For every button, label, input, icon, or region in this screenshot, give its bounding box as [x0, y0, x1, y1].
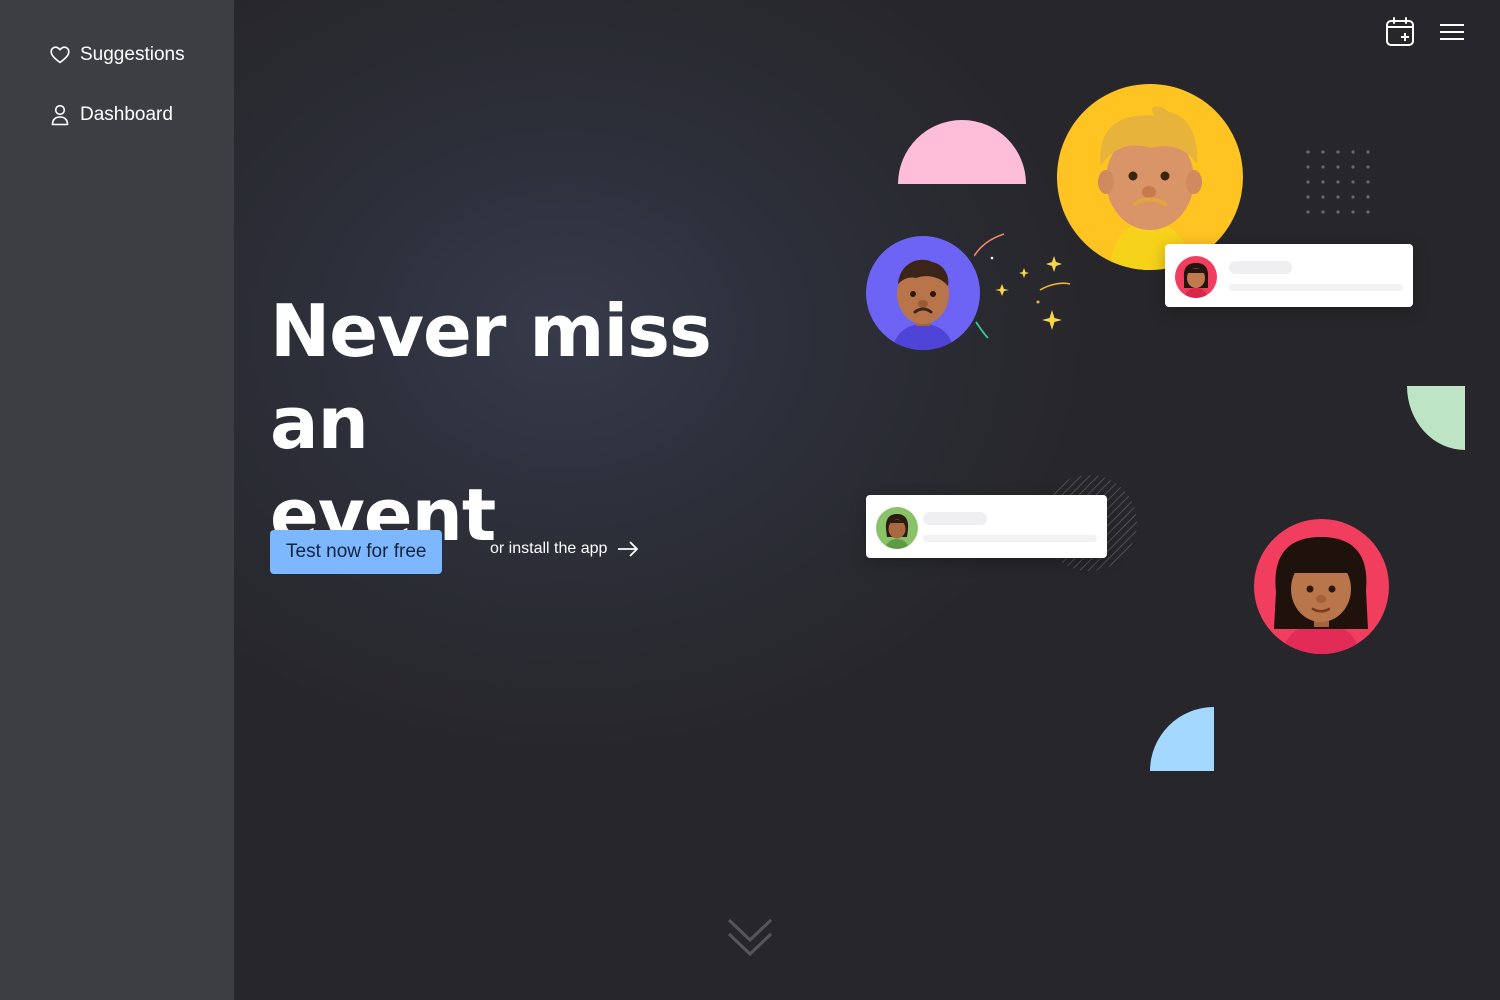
placeholder-line	[1229, 284, 1403, 291]
page-title: Never miss an event	[270, 285, 830, 561]
sidebar-item-suggestions[interactable]: Suggestions	[50, 40, 185, 70]
avatar-purple-man	[866, 236, 980, 350]
top-toolbar	[1384, 16, 1468, 48]
sidebar-item-dashboard[interactable]: Dashboard	[50, 100, 173, 130]
test-free-button[interactable]: Test now for free	[270, 530, 443, 574]
dot-grid-decoration	[1306, 150, 1370, 214]
avatar-small-woman	[1175, 256, 1217, 298]
menu-icon[interactable]	[1436, 16, 1468, 48]
user-icon	[50, 104, 70, 126]
hero-illustration	[854, 70, 1474, 790]
install-link-label: or install the app	[490, 540, 608, 557]
calendar-add-icon[interactable]	[1384, 16, 1416, 48]
placeholder-line	[923, 512, 987, 525]
arrow-right-icon	[617, 541, 639, 557]
heart-icon	[50, 44, 70, 66]
blue-quarter-shape	[1150, 707, 1214, 771]
notification-card	[866, 495, 1107, 558]
avatar-small-girl	[876, 507, 918, 549]
avatar-dark-haired-woman	[1254, 519, 1389, 654]
sidebar: Suggestions Dashboard	[0, 0, 234, 1000]
chevron-double-down-icon[interactable]	[727, 916, 773, 960]
hero-section: Never miss an event Test now for free or…	[234, 0, 1500, 1000]
green-quarter-shape	[1407, 386, 1465, 450]
pink-semicircle-shape	[898, 120, 1026, 184]
install-app-link[interactable]: or install the app	[490, 540, 639, 558]
sidebar-item-label: Dashboard	[80, 104, 173, 125]
avatar-blond-man	[1057, 84, 1243, 270]
placeholder-line	[1229, 261, 1292, 274]
sparkle-decoration	[974, 233, 1071, 339]
headline-line-1: Never miss an	[270, 289, 712, 465]
notification-card	[1165, 244, 1413, 307]
placeholder-line	[923, 535, 1097, 542]
sidebar-item-label: Suggestions	[80, 44, 185, 65]
